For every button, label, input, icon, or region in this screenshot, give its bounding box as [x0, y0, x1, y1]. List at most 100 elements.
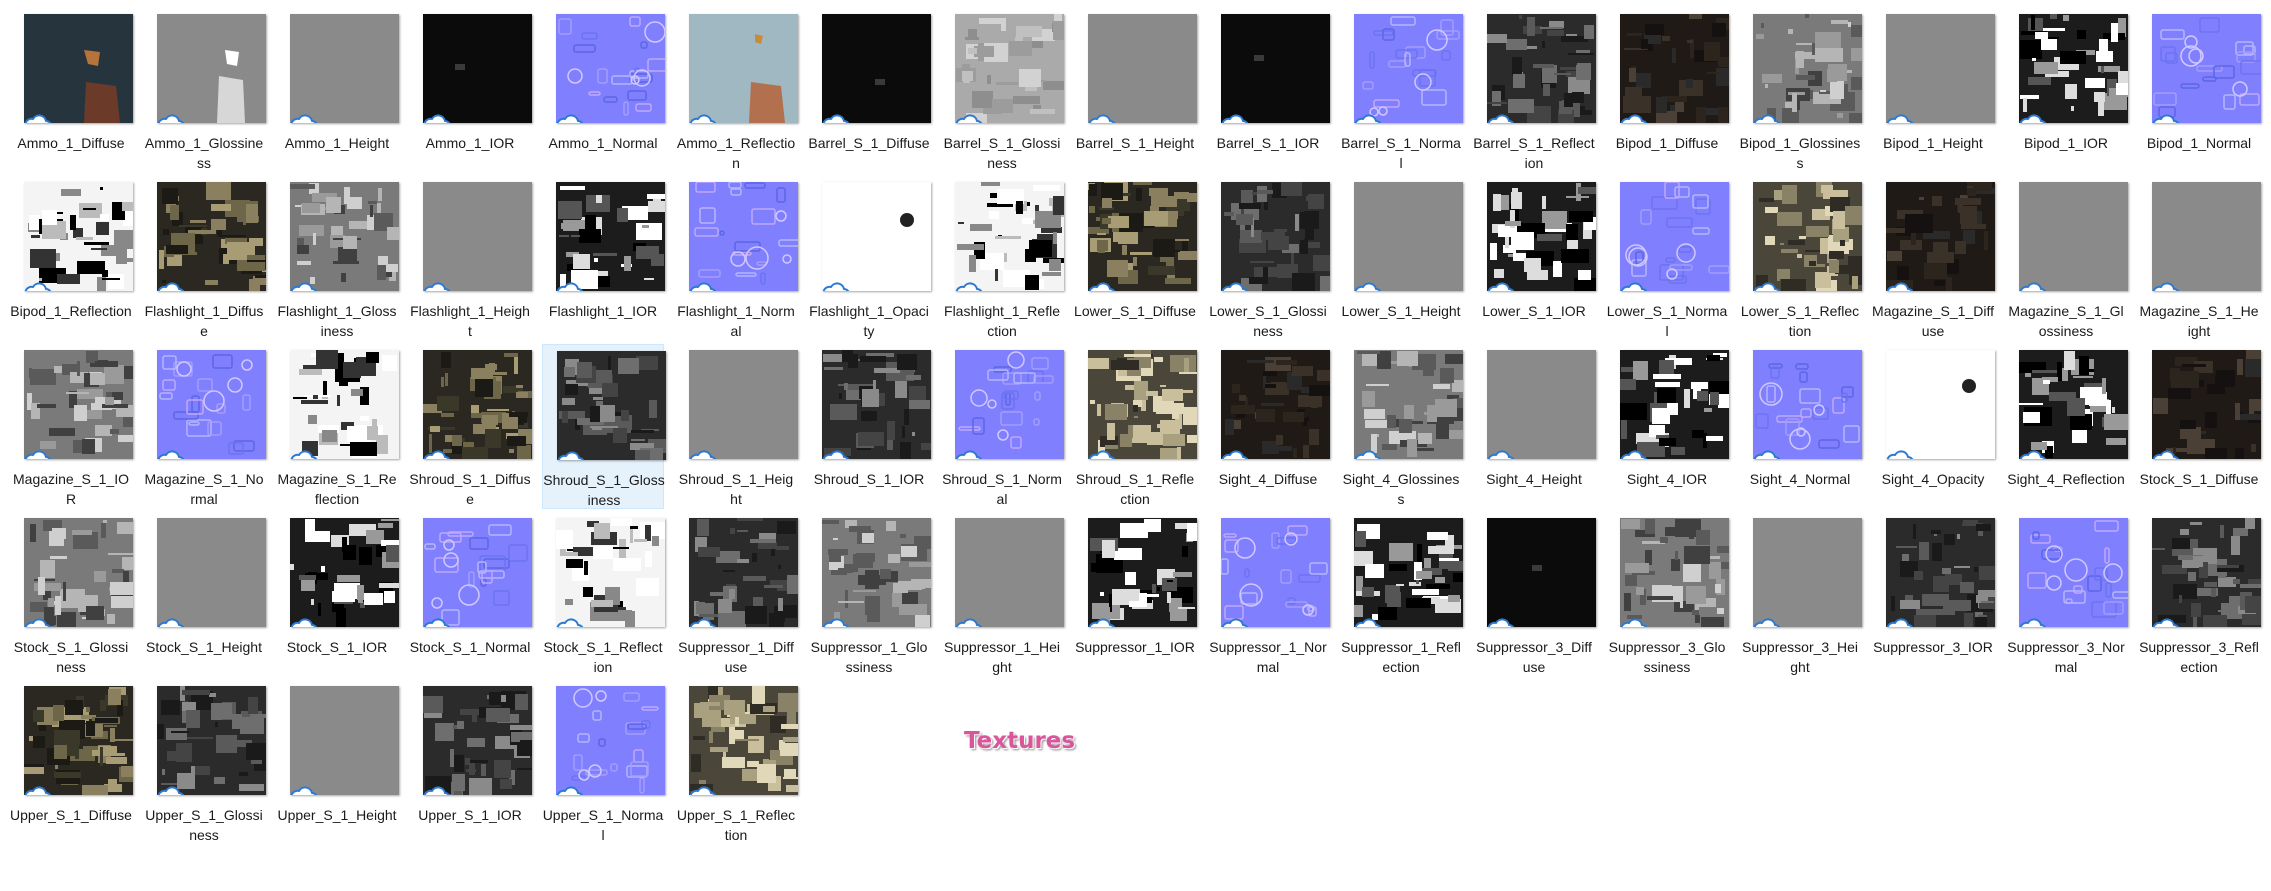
file-item-suppressor-1-height[interactable]: Suppressor_1_Height — [941, 512, 1064, 677]
file-item-sight-4-height[interactable]: Sight_4_Height — [1473, 344, 1596, 509]
file-item-magazine-s-1-glossiness[interactable]: Magazine_S_1_Glossiness — [2005, 176, 2128, 341]
file-item-stock-s-1-height[interactable]: Stock_S_1_Height — [143, 512, 266, 677]
file-item-sight-4-diffuse[interactable]: Sight_4_Diffuse — [1207, 344, 1330, 509]
file-item-bipod-1-normal[interactable]: Bipod_1_Normal — [2138, 8, 2261, 173]
file-item-flashlight-1-reflection[interactable]: Flashlight_1_Reflection — [941, 176, 1064, 341]
cloud-icon — [423, 279, 453, 291]
cloud-icon — [1886, 447, 1916, 459]
file-item-shroud-s-1-normal[interactable]: Shroud_S_1_Normal — [941, 344, 1064, 509]
file-item-upper-s-1-normal[interactable]: Upper_S_1_Normal — [542, 680, 665, 845]
file-thumbnail — [1088, 350, 1197, 459]
file-name: Bipod_1_Glossiness — [1739, 135, 1861, 171]
file-item-sight-4-opacity[interactable]: Sight_4_Opacity — [1872, 344, 1995, 509]
cloud-icon — [423, 783, 453, 795]
file-item-shroud-s-1-ior[interactable]: Shroud_S_1_IOR — [808, 344, 931, 509]
file-item-bipod-1-reflection[interactable]: Bipod_1_Reflection — [10, 176, 133, 341]
file-item-ammo-1-glossiness[interactable]: Ammo_1_Glossiness — [143, 8, 266, 173]
file-item-flashlight-1-diffuse[interactable]: Flashlight_1_Diffuse — [143, 176, 266, 341]
file-item-flashlight-1-normal[interactable]: Flashlight_1_Normal — [675, 176, 798, 341]
file-item-bipod-1-glossiness[interactable]: Bipod_1_Glossiness — [1739, 8, 1862, 173]
file-item-upper-s-1-diffuse[interactable]: Upper_S_1_Diffuse — [10, 680, 133, 845]
file-item-stock-s-1-ior[interactable]: Stock_S_1_IOR — [276, 512, 399, 677]
file-name: Ammo_1_Diffuse — [17, 135, 125, 151]
file-item-stock-s-1-reflection[interactable]: Stock_S_1_Reflection — [542, 512, 665, 677]
file-item-barrel-s-1-ior[interactable]: Barrel_S_1_IOR — [1207, 8, 1330, 173]
file-item-suppressor-1-reflection[interactable]: Suppressor_1_Reflection — [1340, 512, 1463, 677]
file-thumbnail — [556, 14, 665, 123]
file-item-upper-s-1-ior[interactable]: Upper_S_1_IOR — [409, 680, 532, 845]
file-item-barrel-s-1-diffuse[interactable]: Barrel_S_1_Diffuse — [808, 8, 931, 173]
file-item-suppressor-3-reflection[interactable]: Suppressor_3_Reflection — [2138, 512, 2261, 677]
file-name: Flashlight_1_Normal — [677, 303, 795, 339]
file-item-flashlight-1-ior[interactable]: Flashlight_1_IOR — [542, 176, 665, 341]
file-item-bipod-1-diffuse[interactable]: Bipod_1_Diffuse — [1606, 8, 1729, 173]
file-item-magazine-s-1-diffuse[interactable]: Magazine_S_1_Diffuse — [1872, 176, 1995, 341]
file-item-suppressor-1-ior[interactable]: Suppressor_1_IOR — [1074, 512, 1197, 677]
file-name: Upper_S_1_Diffuse — [10, 807, 132, 823]
file-item-lower-s-1-normal[interactable]: Lower_S_1_Normal — [1606, 176, 1729, 341]
file-item-shroud-s-1-height[interactable]: Shroud_S_1_Height — [675, 344, 798, 509]
file-name: Barrel_S_1_Reflection — [1473, 135, 1595, 171]
file-item-sight-4-normal[interactable]: Sight_4_Normal — [1739, 344, 1862, 509]
file-name: Bipod_1_Diffuse — [1615, 135, 1719, 151]
file-item-magazine-s-1-ior[interactable]: Magazine_S_1_IOR — [10, 344, 133, 509]
file-item-ammo-1-normal[interactable]: Ammo_1_Normal — [542, 8, 665, 173]
file-item-ammo-1-reflection[interactable]: Ammo_1_Reflection — [675, 8, 798, 173]
file-item-suppressor-1-glossiness[interactable]: Suppressor_1_Glossiness — [808, 512, 931, 677]
file-item-suppressor-1-diffuse[interactable]: Suppressor_1_Diffuse — [675, 512, 798, 677]
file-item-shroud-s-1-reflection[interactable]: Shroud_S_1_Reflection — [1074, 344, 1197, 509]
file-item-upper-s-1-height[interactable]: Upper_S_1_Height — [276, 680, 399, 845]
file-item-sight-4-glossiness[interactable]: Sight_4_Glossiness — [1340, 344, 1463, 509]
file-thumbnail — [1088, 14, 1197, 123]
file-item-bipod-1-height[interactable]: Bipod_1_Height — [1872, 8, 1995, 173]
file-item-lower-s-1-ior[interactable]: Lower_S_1_IOR — [1473, 176, 1596, 341]
file-thumbnail — [1221, 518, 1330, 627]
cloud-icon — [1221, 111, 1251, 123]
file-thumbnail — [1886, 182, 1995, 291]
file-item-barrel-s-1-glossiness[interactable]: Barrel_S_1_Glossiness — [941, 8, 1064, 173]
file-thumbnail — [955, 350, 1064, 459]
file-item-flashlight-1-glossiness[interactable]: Flashlight_1_Glossiness — [276, 176, 399, 341]
file-item-stock-s-1-normal[interactable]: Stock_S_1_Normal — [409, 512, 532, 677]
cloud-icon — [557, 448, 587, 460]
file-item-stock-s-1-diffuse[interactable]: Stock_S_1_Diffuse — [2138, 344, 2261, 509]
file-item-bipod-1-ior[interactable]: Bipod_1_IOR — [2005, 8, 2128, 173]
file-item-sight-4-ior[interactable]: Sight_4_IOR — [1606, 344, 1729, 509]
file-item-ammo-1-diffuse[interactable]: Ammo_1_Diffuse — [10, 8, 133, 173]
file-item-suppressor-3-height[interactable]: Suppressor_3_Height — [1739, 512, 1862, 677]
file-item-magazine-s-1-height[interactable]: Magazine_S_1_Height — [2138, 176, 2261, 341]
file-thumbnail — [1753, 182, 1862, 291]
file-item-magazine-s-1-normal[interactable]: Magazine_S_1_Normal — [143, 344, 266, 509]
cloud-icon — [1886, 111, 1916, 123]
file-thumbnail — [290, 14, 399, 123]
file-item-ammo-1-height[interactable]: Ammo_1_Height — [276, 8, 399, 173]
file-thumbnail — [689, 14, 798, 123]
file-item-lower-s-1-glossiness[interactable]: Lower_S_1_Glossiness — [1207, 176, 1330, 341]
file-item-suppressor-3-diffuse[interactable]: Suppressor_3_Diffuse — [1473, 512, 1596, 677]
file-item-sight-4-reflection[interactable]: Sight_4_Reflection — [2005, 344, 2128, 509]
file-item-lower-s-1-reflection[interactable]: Lower_S_1_Reflection — [1739, 176, 1862, 341]
file-item-lower-s-1-height[interactable]: Lower_S_1_Height — [1340, 176, 1463, 341]
file-item-flashlight-1-height[interactable]: Flashlight_1_Height — [409, 176, 532, 341]
file-item-suppressor-3-ior[interactable]: Suppressor_3_IOR — [1872, 512, 1995, 677]
file-item-ammo-1-ior[interactable]: Ammo_1_IOR — [409, 8, 532, 173]
file-item-magazine-s-1-reflection[interactable]: Magazine_S_1_Reflection — [276, 344, 399, 509]
file-item-barrel-s-1-reflection[interactable]: Barrel_S_1_Reflection — [1473, 8, 1596, 173]
file-item-barrel-s-1-normal[interactable]: Barrel_S_1_Normal — [1340, 8, 1463, 173]
file-item-stock-s-1-glossiness[interactable]: Stock_S_1_Glossiness — [10, 512, 133, 677]
file-thumbnail — [556, 182, 665, 291]
file-name: Shroud_S_1_Normal — [942, 471, 1062, 507]
file-item-suppressor-3-glossiness[interactable]: Suppressor_3_Glossiness — [1606, 512, 1729, 677]
file-item-suppressor-3-normal[interactable]: Suppressor_3_Normal — [2005, 512, 2128, 677]
cloud-icon — [2152, 447, 2182, 459]
file-item-shroud-s-1-diffuse[interactable]: Shroud_S_1_Diffuse — [409, 344, 532, 509]
file-item-flashlight-1-opacity[interactable]: Flashlight_1_Opacity — [808, 176, 931, 341]
file-item-lower-s-1-diffuse[interactable]: Lower_S_1_Diffuse — [1074, 176, 1197, 341]
file-item-barrel-s-1-height[interactable]: Barrel_S_1_Height — [1074, 8, 1197, 173]
file-item-suppressor-1-normal[interactable]: Suppressor_1_Normal — [1207, 512, 1330, 677]
cloud-icon — [24, 447, 54, 459]
file-item-upper-s-1-reflection[interactable]: Upper_S_1_Reflection — [675, 680, 798, 845]
file-name: Stock_S_1_Normal — [409, 639, 531, 655]
file-item-shroud-s-1-glossiness[interactable]: Shroud_S_1_Glossiness — [542, 344, 666, 509]
file-item-upper-s-1-glossiness[interactable]: Upper_S_1_Glossiness — [143, 680, 266, 845]
